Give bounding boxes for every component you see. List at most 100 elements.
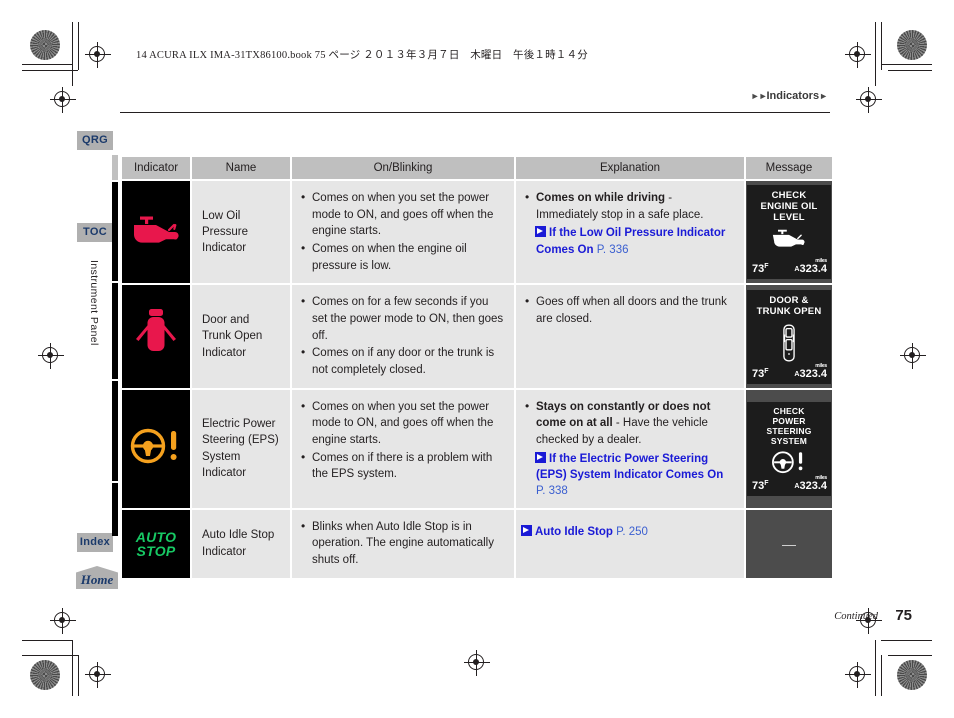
mid-title-line: CHECK: [771, 190, 807, 202]
mid-glyph: [747, 229, 831, 256]
xref-arrow-icon: [535, 451, 546, 463]
table-row: Door and Trunk Open Indicator Comes on f…: [122, 285, 832, 388]
xref-label: If the Low Oil Pressure Indicator Comes …: [536, 227, 726, 256]
xref-arrow-icon: [521, 524, 532, 536]
oil-can-glyph: [772, 229, 805, 247]
mid-odo-value: 323.4: [799, 367, 827, 380]
mid-display: CHECK POWER STEERING SYSTEM 73F miles A3…: [747, 401, 831, 496]
on-blinking-cell: Comes on for a few seconds if you set th…: [292, 285, 514, 388]
low-oil-pressure-icon: [134, 216, 179, 243]
indicator-icon-cell: [122, 285, 190, 388]
table-row: Low Oil Pressure Indicator Comes on when…: [122, 181, 832, 284]
message-cell: CHECK ENGINE OIL LEVEL 73F miles A323.4: [746, 181, 832, 284]
side-marker-grey: [112, 155, 118, 180]
electric-power-steering-icon: [130, 429, 177, 464]
mid-title-line: LEVEL: [773, 212, 805, 224]
reg-target-mid-left: [38, 343, 64, 369]
auto-idle-stop-line1: AUTO: [135, 528, 177, 545]
mid-title-line: TRUNK OPEN: [756, 305, 822, 317]
mid-odometer: miles A323.4: [794, 259, 827, 275]
side-marker-4: [112, 483, 118, 536]
list-item: Blinks when Auto Idle Stop is in operati…: [301, 518, 504, 569]
list-item: Goes off when all doors and the trunk ar…: [525, 293, 734, 327]
cross-reference-link[interactable]: If the Electric Power Steering (EPS) Sys…: [535, 451, 734, 500]
on-blinking-cell: Blinks when Auto Idle Stop is in operati…: [292, 509, 514, 578]
indicators-table: Indicator Name On/Blinking Explanation M…: [120, 155, 834, 580]
header-rule: [120, 112, 830, 113]
mid-title-line: DOOR &: [769, 294, 809, 306]
col-header-message: Message: [746, 157, 832, 179]
xref-page: P. 336: [596, 243, 629, 256]
cross-reference-link[interactable]: Auto Idle Stop P. 250: [521, 524, 734, 540]
cross-reference-link[interactable]: If the Low Oil Pressure Indicator Comes …: [535, 225, 734, 258]
reg-target-footer-left: [85, 662, 111, 688]
mid-odo-value: 323.4: [799, 263, 827, 276]
mid-glyph: [747, 323, 831, 368]
indicator-name: Auto Idle Stop Indicator: [192, 509, 290, 578]
mid-odo-value: 323.4: [799, 479, 827, 492]
list-item: Comes on for a few seconds if you set th…: [301, 293, 504, 344]
breadcrumb-arrow-right: ►: [819, 91, 828, 101]
reg-dot-top-left: [30, 30, 60, 60]
explanation-cell: Auto Idle Stop P. 250: [516, 509, 744, 578]
mid-title: CHECK POWER STEERING SYSTEM: [747, 406, 831, 446]
tab-index[interactable]: Index: [77, 533, 113, 552]
message-cell: DOOR & TRUNK OPEN 73F miles A323.4: [746, 285, 832, 388]
reg-target-top-right: [856, 87, 882, 113]
continued-label: Continued: [834, 611, 878, 622]
list-item: Comes on when you set the power mode to …: [301, 189, 504, 240]
tab-home[interactable]: Home: [76, 566, 118, 589]
car-open-glyph: [783, 324, 795, 361]
reg-target-mid-right: [900, 343, 926, 369]
xref-arrow-icon: [535, 226, 546, 238]
mid-footer: 73F miles A323.4: [752, 259, 827, 276]
book-header-line: 14 ACURA ILX IMA-31TX86100.book 75 ページ ２…: [136, 50, 588, 61]
mid-temperature: 73F: [752, 368, 769, 380]
reg-target-top-left: [50, 87, 76, 113]
indicator-name: Electric Power Steering (EPS) System Ind…: [192, 389, 290, 508]
tab-qrg[interactable]: QRG: [77, 131, 113, 150]
mid-footer: 73F miles A323.4: [752, 363, 827, 380]
indicator-icon-cell: [122, 389, 190, 508]
mid-footer: 73F miles A323.4: [752, 475, 827, 492]
mid-temp-unit: F: [764, 263, 769, 271]
indicator-icon-cell: AUTO STOP: [122, 509, 190, 578]
col-header-on-blinking: On/Blinking: [292, 157, 514, 179]
reg-dot-top-right: [897, 30, 927, 60]
table-row: AUTO STOP Auto Idle Stop Indicator Blink…: [122, 509, 832, 578]
mid-title: DOOR & TRUNK OPEN: [747, 295, 831, 317]
breadcrumb: ►►Indicators►: [751, 90, 828, 102]
mid-temp-value: 73: [752, 479, 765, 492]
mid-title-line: CHECK: [773, 405, 805, 416]
mid-temperature: 73F: [752, 263, 769, 275]
col-header-name: Name: [192, 157, 290, 179]
mid-odometer: miles A323.4: [794, 475, 827, 492]
page-number: 75: [895, 607, 912, 624]
auto-idle-stop-icon: AUTO STOP: [122, 530, 190, 558]
mid-temp-unit: F: [764, 479, 769, 487]
reg-target-header-left: [85, 42, 111, 68]
breadcrumb-label: Indicators: [766, 90, 820, 102]
mid-title-line: POWER: [772, 415, 806, 426]
side-marker-3: [112, 381, 118, 481]
list-item: Stays on constantly or does not come on …: [525, 398, 734, 449]
xref-label: Auto Idle Stop: [535, 525, 613, 538]
list-item: Comes on when you set the power mode to …: [301, 398, 504, 449]
explanation-cell: Stays on constantly or does not come on …: [516, 389, 744, 508]
indicator-name: Door and Trunk Open Indicator: [192, 285, 290, 388]
side-marker-2: [112, 283, 118, 379]
mid-title-line: SYSTEM: [770, 435, 808, 446]
list-item: Comes on if there is a problem with the …: [301, 449, 504, 483]
side-marker-1: [112, 182, 118, 281]
col-header-indicator: Indicator: [122, 157, 190, 179]
mid-temp-value: 73: [752, 367, 765, 380]
mid-odometer: miles A323.4: [794, 363, 827, 380]
mid-title-line: STEERING: [766, 425, 812, 436]
xref-page: P. 338: [536, 485, 568, 498]
col-header-explanation: Explanation: [516, 157, 744, 179]
mid-temp-value: 73: [752, 263, 765, 276]
list-item: Comes on when the engine oil pressure is…: [301, 240, 504, 274]
reg-target-mid-bottom: [464, 650, 490, 676]
tab-toc[interactable]: TOC: [77, 223, 113, 242]
steering-wheel-glyph: [772, 451, 803, 473]
